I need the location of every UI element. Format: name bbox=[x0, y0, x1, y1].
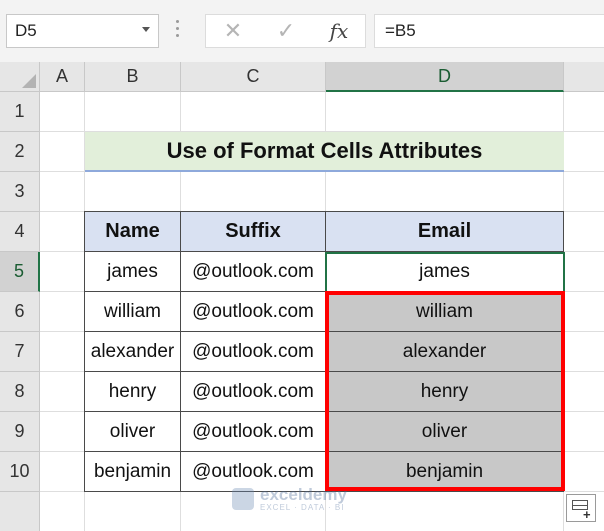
table-cell[interactable]: benjamin bbox=[325, 451, 564, 492]
table-cell[interactable]: william bbox=[325, 291, 564, 332]
row-header-10[interactable]: 10 bbox=[0, 452, 40, 492]
table-cell-active[interactable]: james bbox=[325, 251, 564, 292]
watermark-name: exceldemy bbox=[260, 485, 347, 504]
exceldemy-logo-icon bbox=[232, 488, 254, 510]
name-box[interactable]: D5 bbox=[6, 14, 159, 48]
column-header-e[interactable] bbox=[564, 62, 604, 92]
table-cell[interactable]: henry bbox=[84, 371, 181, 412]
row-header-9[interactable]: 9 bbox=[0, 412, 40, 452]
watermark-tagline: EXCEL · DATA · BI bbox=[260, 503, 345, 512]
quick-analysis-button[interactable]: + bbox=[566, 494, 596, 522]
table-cell[interactable]: james bbox=[84, 251, 181, 292]
formula-buttons: ✕ ✓ fx bbox=[205, 14, 366, 48]
table-cell[interactable]: benjamin bbox=[84, 451, 181, 492]
table-cell[interactable]: @outlook.com bbox=[180, 411, 326, 452]
row-header-7[interactable]: 7 bbox=[0, 332, 40, 372]
watermark: exceldemy EXCEL · DATA · BI bbox=[232, 486, 347, 512]
column-header-b[interactable]: B bbox=[85, 62, 181, 92]
plus-icon: + bbox=[583, 507, 591, 522]
cancel-icon[interactable]: ✕ bbox=[208, 15, 258, 47]
quick-analysis-icon-line bbox=[572, 505, 588, 506]
table-header-email[interactable]: Email bbox=[325, 211, 564, 252]
row-header-5[interactable]: 5 bbox=[0, 252, 40, 292]
row-header-4[interactable]: 4 bbox=[0, 212, 40, 252]
row-header-8[interactable]: 8 bbox=[0, 372, 40, 412]
row-header-2[interactable]: 2 bbox=[0, 132, 40, 172]
function-icon[interactable]: fx bbox=[314, 15, 364, 47]
table-cell[interactable]: @outlook.com bbox=[180, 331, 326, 372]
column-header-a[interactable]: A bbox=[40, 62, 85, 92]
select-all-triangle-icon bbox=[22, 74, 36, 88]
row-header-6[interactable]: 6 bbox=[0, 292, 40, 332]
row-header-1[interactable]: 1 bbox=[0, 92, 40, 132]
formula-bar-area: D5 ✕ ✓ fx =B5 bbox=[0, 0, 604, 62]
row-header-3[interactable]: 3 bbox=[0, 172, 40, 212]
table-cell[interactable]: alexander bbox=[325, 331, 564, 372]
table-cell[interactable]: @outlook.com bbox=[180, 251, 326, 292]
table-header-name[interactable]: Name bbox=[84, 211, 181, 252]
column-header-c[interactable]: C bbox=[181, 62, 326, 92]
formula-input[interactable]: =B5 bbox=[374, 14, 604, 48]
table-cell[interactable]: oliver bbox=[84, 411, 181, 452]
sheet-title[interactable]: Use of Format Cells Attributes bbox=[85, 132, 564, 172]
grip-dots-icon[interactable] bbox=[176, 20, 180, 42]
row-header-11[interactable] bbox=[0, 492, 40, 531]
table-header-suffix[interactable]: Suffix bbox=[180, 211, 326, 252]
name-box-value: D5 bbox=[15, 21, 37, 40]
table-cell[interactable]: william bbox=[84, 291, 181, 332]
column-header-d[interactable]: D bbox=[326, 62, 564, 92]
table-cell[interactable]: @outlook.com bbox=[180, 291, 326, 332]
table-cell[interactable]: alexander bbox=[84, 331, 181, 372]
enter-icon[interactable]: ✓ bbox=[261, 15, 311, 47]
chevron-down-icon[interactable] bbox=[142, 27, 150, 32]
table-cell[interactable]: henry bbox=[325, 371, 564, 412]
table-cell[interactable]: @outlook.com bbox=[180, 371, 326, 412]
table-cell[interactable]: oliver bbox=[325, 411, 564, 452]
select-all-button[interactable] bbox=[0, 62, 40, 92]
